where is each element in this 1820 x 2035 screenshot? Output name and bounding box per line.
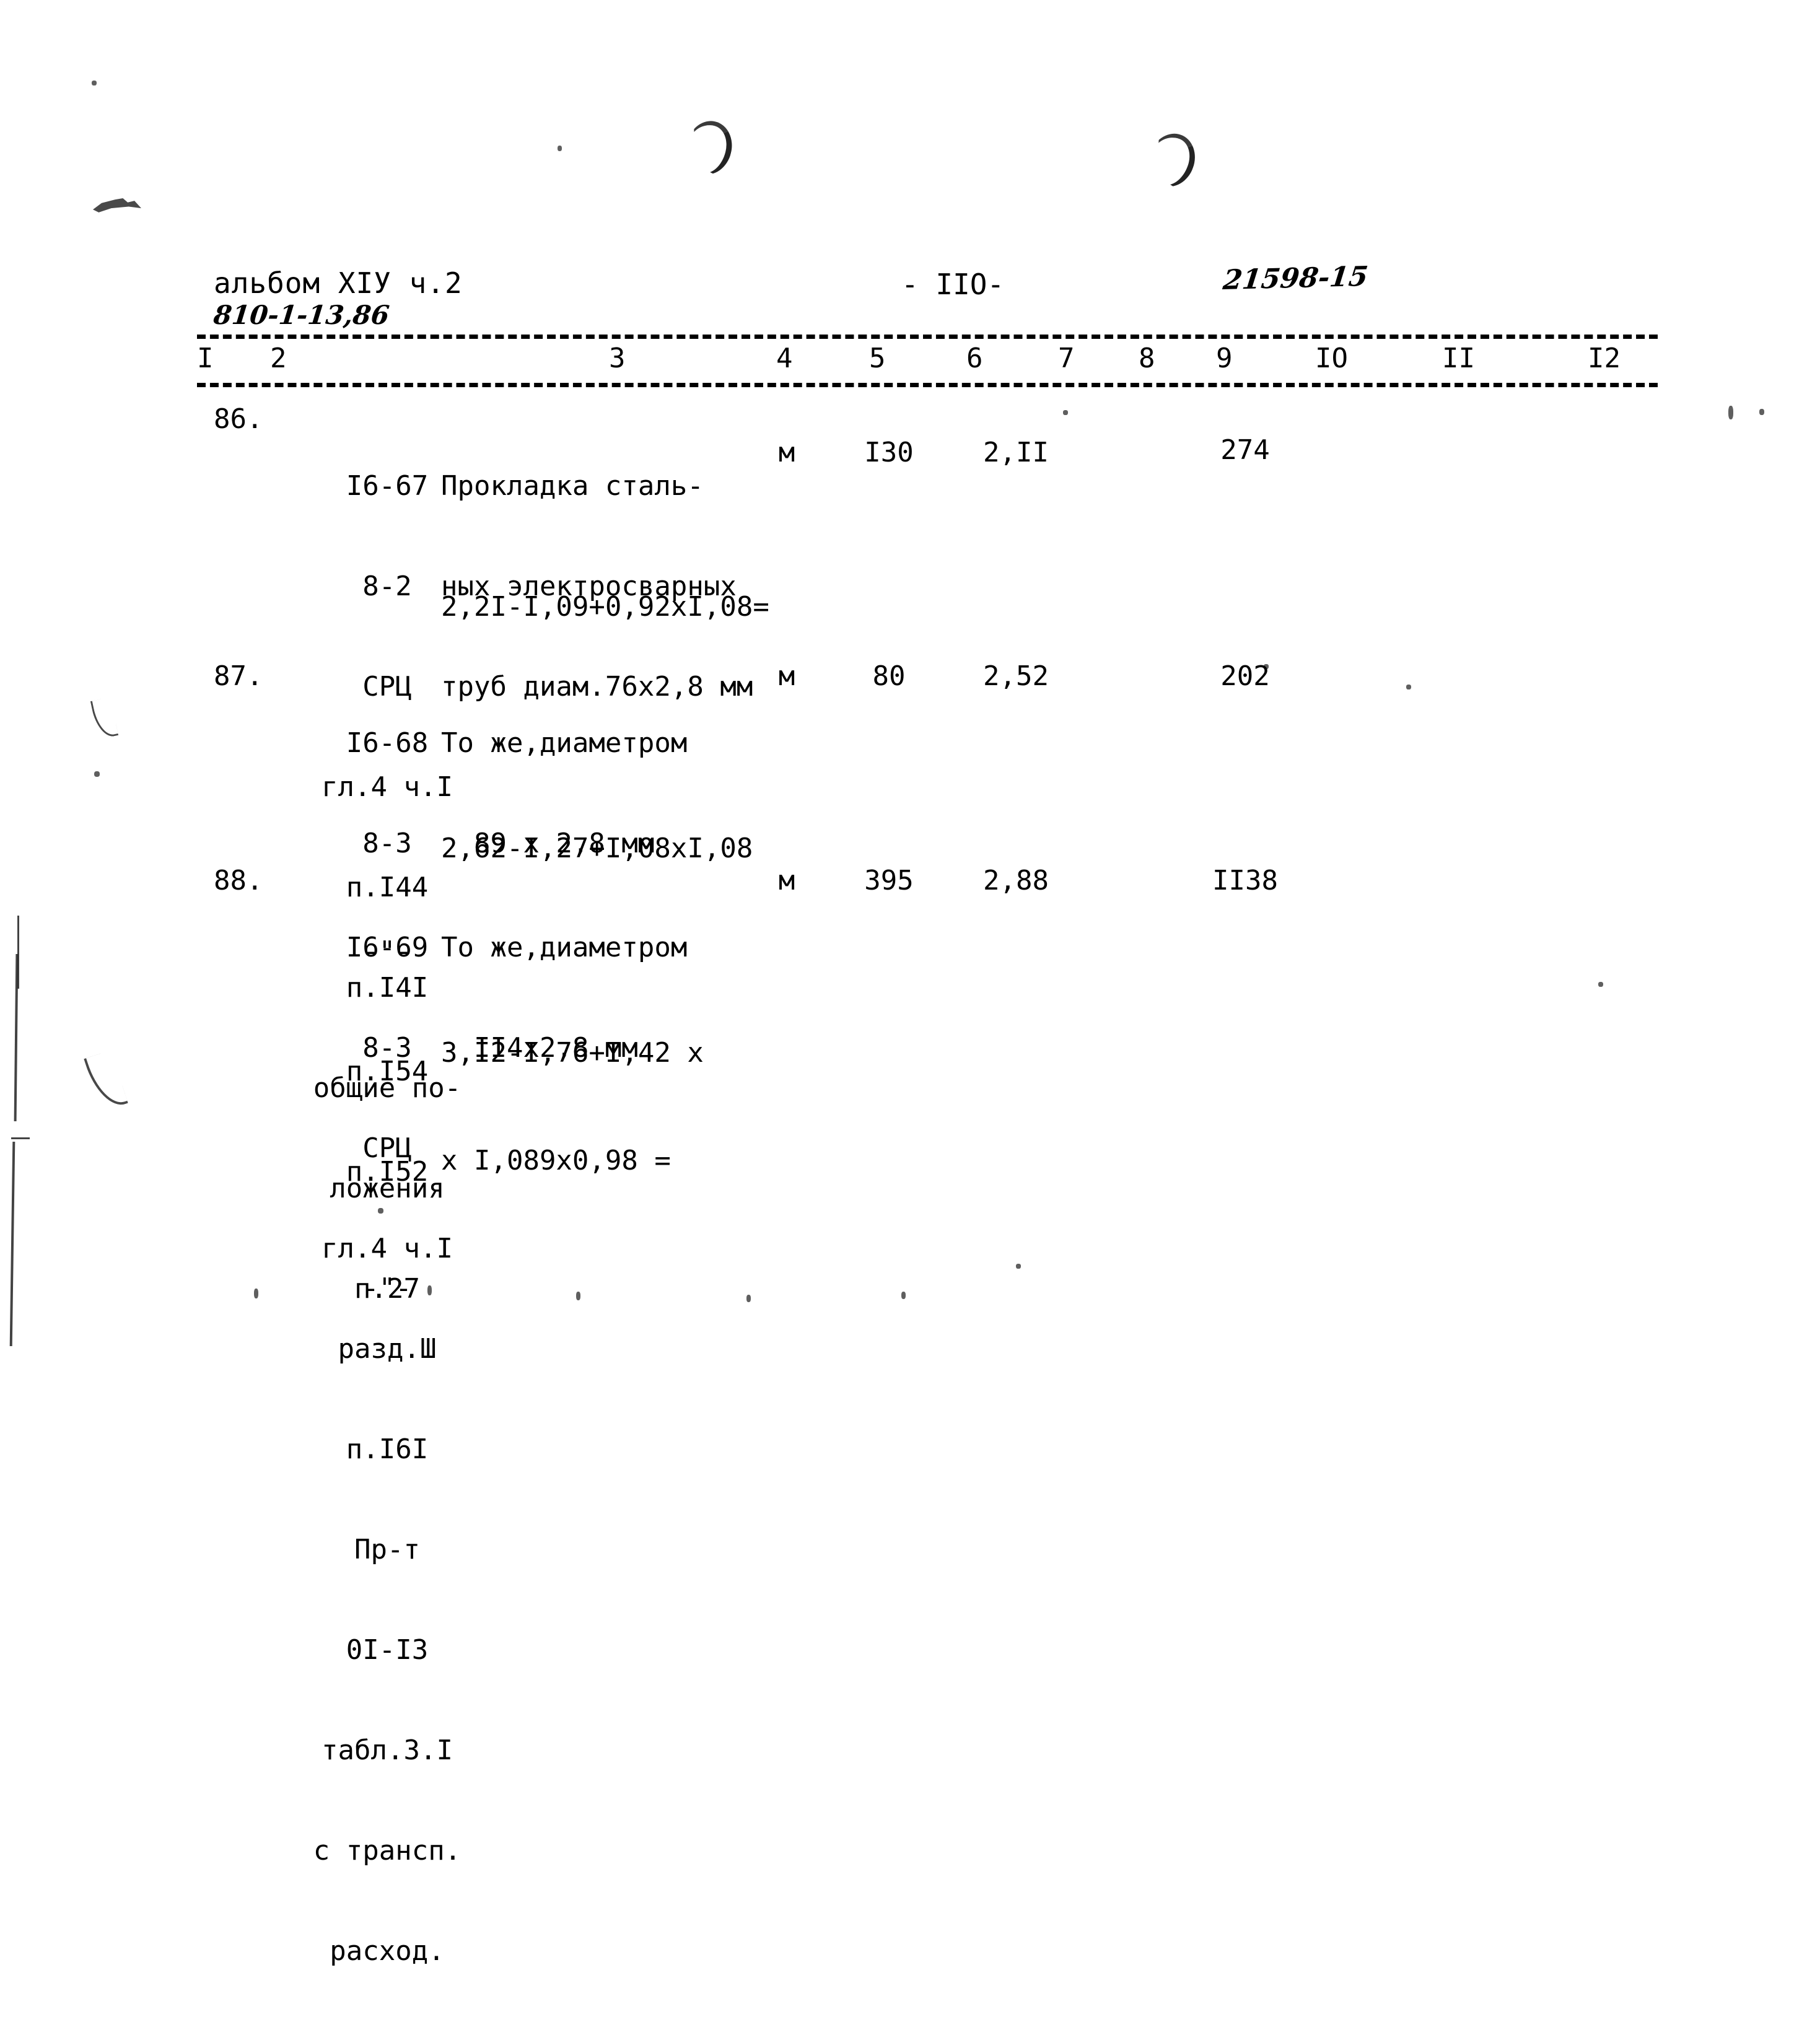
cell-total: 274 <box>1220 434 1270 466</box>
table-row: 87. I6-68 8-3 -"- п.I54 п.I52 -"- То же,… <box>0 660 1820 1304</box>
column-number-11: II <box>1442 343 1475 374</box>
album-title: альбом ХIУ ч.2 <box>214 266 463 300</box>
scanned-page: альбом ХIУ ч.2 810-1-13,86 - IIO- 21598-… <box>0 0 1820 1967</box>
hole-punch-mark-right <box>1141 127 1202 193</box>
table-column-numbers: I 2 3 4 5 6 7 8 9 IO II I2 <box>197 339 1658 378</box>
cell-total: II38 <box>1212 865 1278 896</box>
column-number-5: 5 <box>869 343 886 374</box>
formula-line: х I,089х0,98 = <box>441 1145 671 1176</box>
cell-unit-price: 2,52 <box>983 660 1049 692</box>
column-number-7: 7 <box>1058 343 1075 374</box>
cell-unit-price: 2,II <box>983 437 1049 468</box>
scan-smudge-top-left <box>93 198 141 212</box>
cell-unit: м <box>778 865 795 896</box>
description-line: То же,диаметром <box>441 727 688 759</box>
code-line: разд.Ш <box>338 1333 437 1365</box>
table-rule-bottom <box>197 383 1658 387</box>
column-number-8: 8 <box>1139 343 1155 374</box>
formula-line: 2,2I-I,09+0,92хI,08= <box>441 591 769 623</box>
row-number: 86. <box>214 403 263 435</box>
row-number: 87. <box>214 660 263 692</box>
column-number-1: I <box>197 343 214 374</box>
column-number-10: IO <box>1315 343 1348 374</box>
cell-total: 202 <box>1220 660 1270 692</box>
code-line: п.I6I <box>346 1433 429 1465</box>
cell-quantity: I30 <box>864 437 914 468</box>
table-rule-top <box>197 335 1658 339</box>
page-number: - IIO- <box>901 268 1005 301</box>
column-number-9: 9 <box>1216 343 1233 374</box>
table-row: 88. I6-69 8-3 СРЦ гл.4 ч.I разд.Ш п.I6I … <box>0 864 1820 1967</box>
dust-speck <box>576 1292 580 1300</box>
code-line: расход. <box>330 1935 445 1967</box>
cell-quantity: 395 <box>864 865 914 896</box>
dust-speck <box>1016 1264 1021 1269</box>
dust-speck <box>92 81 97 85</box>
description-line: То же,диаметром <box>441 932 688 963</box>
code-line: Пр-т <box>354 1534 420 1565</box>
code-line: с трансп. <box>313 1835 462 1867</box>
cell-quantity: 80 <box>872 660 906 692</box>
dust-speck <box>254 1289 258 1298</box>
page-header: альбом ХIУ ч.2 810-1-13,86 - IIO- 21598-… <box>0 261 1820 335</box>
formula-line: 3,I2-I,76+I,42 х <box>441 1037 704 1069</box>
dust-speck <box>901 1292 906 1299</box>
column-number-12: I2 <box>1588 343 1621 374</box>
cell-unit: м <box>778 660 795 692</box>
row-number: 88. <box>214 865 263 896</box>
code-line: табл.3.I <box>322 1735 453 1766</box>
formula-line: 2,62-I,27+I,08хI,08 <box>441 833 753 864</box>
row-calculation: 3,I2-I,76+I,42 х х I,089х0,98 = <box>441 963 704 1251</box>
cell-unit: м <box>778 437 795 468</box>
album-code-handwritten: 810-1-13,86 <box>212 300 391 330</box>
column-number-6: 6 <box>966 343 983 374</box>
cell-unit-price: 2,88 <box>983 865 1049 896</box>
document-code-handwritten: 21598-15 <box>1221 260 1370 297</box>
hole-punch-mark-left <box>680 116 738 180</box>
description-line: Прокладка сталь- <box>441 470 704 502</box>
dust-speck <box>558 146 562 151</box>
dust-speck <box>746 1295 751 1302</box>
table-body: 86. I6-67 8-2 СРЦ гл.4 ч.I п.I44 п.I4I о… <box>0 403 1820 1967</box>
table-row: 86. I6-67 8-2 СРЦ гл.4 ч.I п.I44 п.I4I о… <box>0 403 1820 1305</box>
code-line: 0I-I3 <box>346 1634 429 1666</box>
column-number-4: 4 <box>776 343 793 374</box>
column-number-3: 3 <box>609 343 626 374</box>
column-number-2: 2 <box>270 343 287 374</box>
